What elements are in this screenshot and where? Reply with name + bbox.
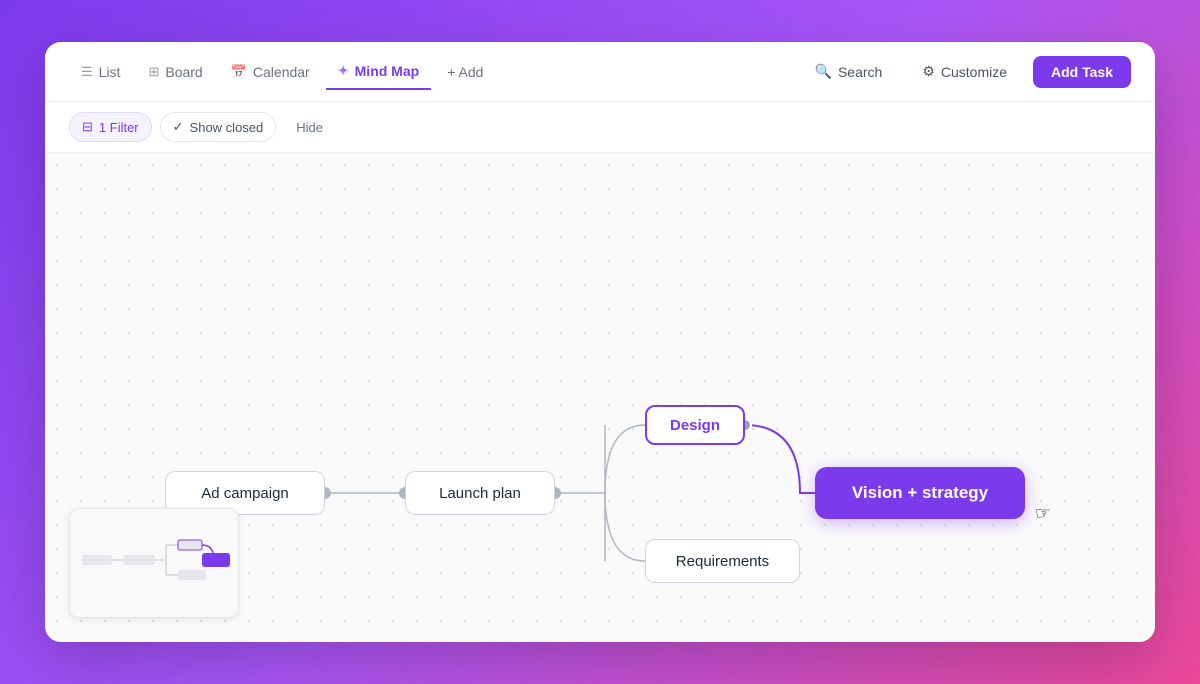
search-icon: 🔍 xyxy=(815,63,832,80)
tab-bar: ☰ List ⊞ Board 📅 Calendar ✦ Mind Map + A… xyxy=(69,42,495,101)
filter-label: 1 Filter xyxy=(99,120,139,135)
tab-calendar-label: Calendar xyxy=(253,64,310,80)
node-vision[interactable]: Vision + strategy xyxy=(815,467,1025,519)
tab-list[interactable]: ☰ List xyxy=(69,54,132,90)
show-closed-label: Show closed xyxy=(190,120,264,135)
tab-add-label: + Add xyxy=(447,64,483,80)
minimap-svg xyxy=(70,509,239,618)
header-actions: 🔍 Search ⚙ Customize Add Task xyxy=(801,56,1131,88)
add-task-button[interactable]: Add Task xyxy=(1033,56,1131,88)
node-launch-plan[interactable]: Launch plan xyxy=(405,471,555,515)
tab-board-label: Board xyxy=(165,64,202,80)
header: ☰ List ⊞ Board 📅 Calendar ✦ Mind Map + A… xyxy=(45,42,1155,102)
tab-mindmap[interactable]: ✦ Mind Map xyxy=(326,54,431,90)
tab-mindmap-label: Mind Map xyxy=(355,63,420,79)
minimap[interactable] xyxy=(69,508,239,618)
customize-button[interactable]: ⚙ Customize xyxy=(908,56,1021,87)
check-circle-icon: ✓ xyxy=(173,119,184,135)
filter-icon: ⊟ xyxy=(82,119,93,135)
search-button[interactable]: 🔍 Search xyxy=(801,56,897,87)
node-requirements[interactable]: Requirements xyxy=(645,539,800,583)
customize-label: Customize xyxy=(941,64,1007,80)
board-icon: ⊞ xyxy=(148,64,159,80)
hide-label: Hide xyxy=(296,120,323,135)
mindmap-icon: ✦ xyxy=(338,63,349,79)
app-window: ☰ List ⊞ Board 📅 Calendar ✦ Mind Map + A… xyxy=(45,42,1155,642)
hide-button[interactable]: Hide xyxy=(284,114,335,141)
add-task-label: Add Task xyxy=(1051,64,1113,80)
tab-board[interactable]: ⊞ Board xyxy=(136,54,214,90)
toolbar: ⊟ 1 Filter ✓ Show closed Hide xyxy=(45,102,1155,153)
list-icon: ☰ xyxy=(81,64,93,80)
tab-add[interactable]: + Add xyxy=(435,54,495,90)
tab-calendar[interactable]: 📅 Calendar xyxy=(219,54,322,90)
gear-icon: ⚙ xyxy=(922,63,935,80)
filter-button[interactable]: ⊟ 1 Filter xyxy=(69,112,152,142)
node-design[interactable]: Design xyxy=(645,405,745,445)
tab-list-label: List xyxy=(99,64,121,80)
search-label: Search xyxy=(838,64,882,80)
show-closed-button[interactable]: ✓ Show closed xyxy=(160,112,277,142)
mindmap-canvas[interactable]: Ad campaign Launch plan Design Requireme… xyxy=(45,153,1155,642)
calendar-icon: 📅 xyxy=(231,64,247,80)
